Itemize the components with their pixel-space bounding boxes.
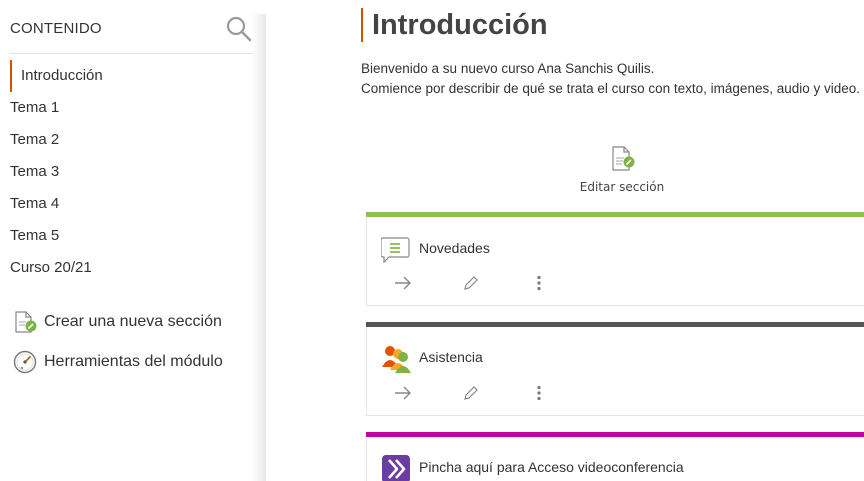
sidebar-header: CONTENIDO [10, 14, 252, 54]
sidebar-item-tema-4[interactable]: Tema 4 [10, 188, 250, 220]
more-options-icon[interactable] [527, 273, 551, 293]
video-conference-icon [382, 455, 410, 481]
search-icon[interactable] [226, 16, 252, 42]
sidebar-item-tema-5[interactable]: Tema 5 [10, 220, 250, 252]
sidebar-item-tema-1[interactable]: Tema 1 [10, 92, 250, 124]
sidebar: CONTENIDO Introducción Tema 1 Tema 2 Tem… [0, 0, 262, 481]
sidebar-item-tema-2[interactable]: Tema 2 [10, 124, 250, 156]
forum-icon [381, 237, 410, 264]
activity-actions [391, 383, 551, 403]
more-options-icon[interactable] [527, 383, 551, 403]
new-section-link[interactable]: Crear una nueva sección [12, 310, 222, 334]
section-summary: Bienvenido a su nuevo curso Ana Sanchis … [361, 59, 864, 99]
activity-actions [391, 273, 551, 293]
edit-pencil-icon[interactable] [459, 383, 483, 403]
page-title: Introducción [361, 8, 548, 42]
sidebar-item-curso-20-21[interactable]: Curso 20/21 [10, 252, 250, 284]
card-color-bar [366, 322, 864, 327]
activity-title[interactable]: Asistencia [419, 349, 483, 365]
edit-pencil-icon[interactable] [459, 273, 483, 293]
sidebar-title: CONTENIDO [10, 20, 102, 37]
sidebar-divider [252, 14, 266, 481]
activity-card-videoconferencia: Pincha aquí para Acceso videoconferencia [366, 432, 864, 481]
new-section-icon [15, 311, 37, 333]
edit-section-label: Editar sección [579, 180, 665, 194]
move-arrow-icon[interactable] [391, 383, 415, 403]
sidebar-item-tema-3[interactable]: Tema 3 [10, 156, 250, 188]
activity-title[interactable]: Novedades [419, 240, 490, 256]
module-tools-label: Herramientas del módulo [44, 353, 223, 370]
activity-card-asistencia: Asistencia [366, 322, 864, 416]
move-arrow-icon[interactable] [391, 273, 415, 293]
section-nav: Introducción Tema 1 Tema 2 Tema 3 Tema 4… [10, 60, 250, 284]
attendance-icon [382, 346, 411, 373]
activity-card-novedades: Novedades [366, 212, 864, 306]
card-color-bar [366, 432, 864, 437]
sidebar-item-introduccion[interactable]: Introducción [10, 60, 250, 92]
summary-line-2: Comience por describir de qué se trata e… [361, 81, 861, 96]
edit-document-icon [612, 146, 635, 171]
activity-title[interactable]: Pincha aquí para Acceso videoconferencia [419, 459, 684, 475]
new-section-label: Crear una nueva sección [44, 313, 222, 330]
gauge-icon [13, 350, 37, 374]
edit-section-button[interactable]: Editar sección [560, 146, 684, 196]
summary-line-1: Bienvenido a su nuevo curso Ana Sanchis … [361, 61, 655, 76]
card-color-bar [366, 212, 864, 217]
module-tools-link[interactable]: Herramientas del módulo [12, 350, 223, 374]
